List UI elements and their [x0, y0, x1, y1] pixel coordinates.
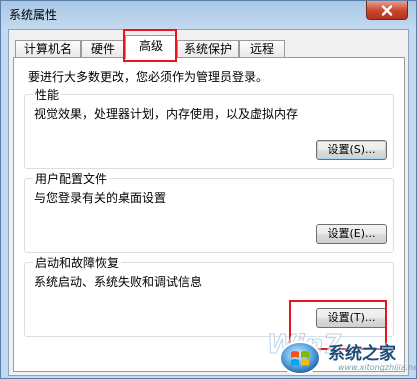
tab-computer-name[interactable]: 计算机名: [15, 40, 81, 58]
performance-group: 性能 视觉效果，处理器计划，内存使用，以及虚拟内存 设置(S)...: [24, 86, 394, 169]
admin-note: 要进行大多数更改，您必须作为管理员登录。: [28, 70, 269, 84]
watermark-url: www.xitongzhijia.net: [338, 363, 417, 372]
tab-remote[interactable]: 远程: [239, 40, 285, 58]
tab-hardware[interactable]: 硬件: [81, 40, 125, 58]
window-title: 系统属性: [9, 8, 58, 22]
tab-system-protection[interactable]: 系统保护: [177, 40, 239, 58]
startup-recovery-description: 系统启动、系统失败和调试信息: [34, 275, 203, 289]
tab-strip: 计算机名 硬件 高级 系统保护 远程: [13, 34, 405, 59]
performance-description: 视觉效果，处理器计划，内存使用，以及虚拟内存: [34, 107, 299, 121]
close-button[interactable]: [366, 1, 408, 20]
advanced-tab-highlight: [123, 29, 177, 62]
watermark-site-name: 系统之家: [328, 344, 396, 364]
windows-orb-icon: [279, 341, 321, 375]
user-profiles-description: 与您登录有关的桌面设置: [34, 191, 167, 205]
performance-settings-button[interactable]: 设置(S)...: [316, 140, 387, 160]
title-bar[interactable]: 系统属性: [1, 1, 416, 29]
performance-group-title: 性能: [33, 86, 62, 103]
user-profiles-settings-button[interactable]: 设置(E)...: [316, 224, 387, 244]
close-icon: [381, 4, 393, 16]
user-profiles-group-title: 用户配置文件: [33, 170, 110, 187]
startup-recovery-group-title: 启动和故障恢复: [33, 254, 122, 271]
user-profiles-group: 用户配置文件 与您登录有关的桌面设置 设置(E)...: [24, 170, 394, 253]
